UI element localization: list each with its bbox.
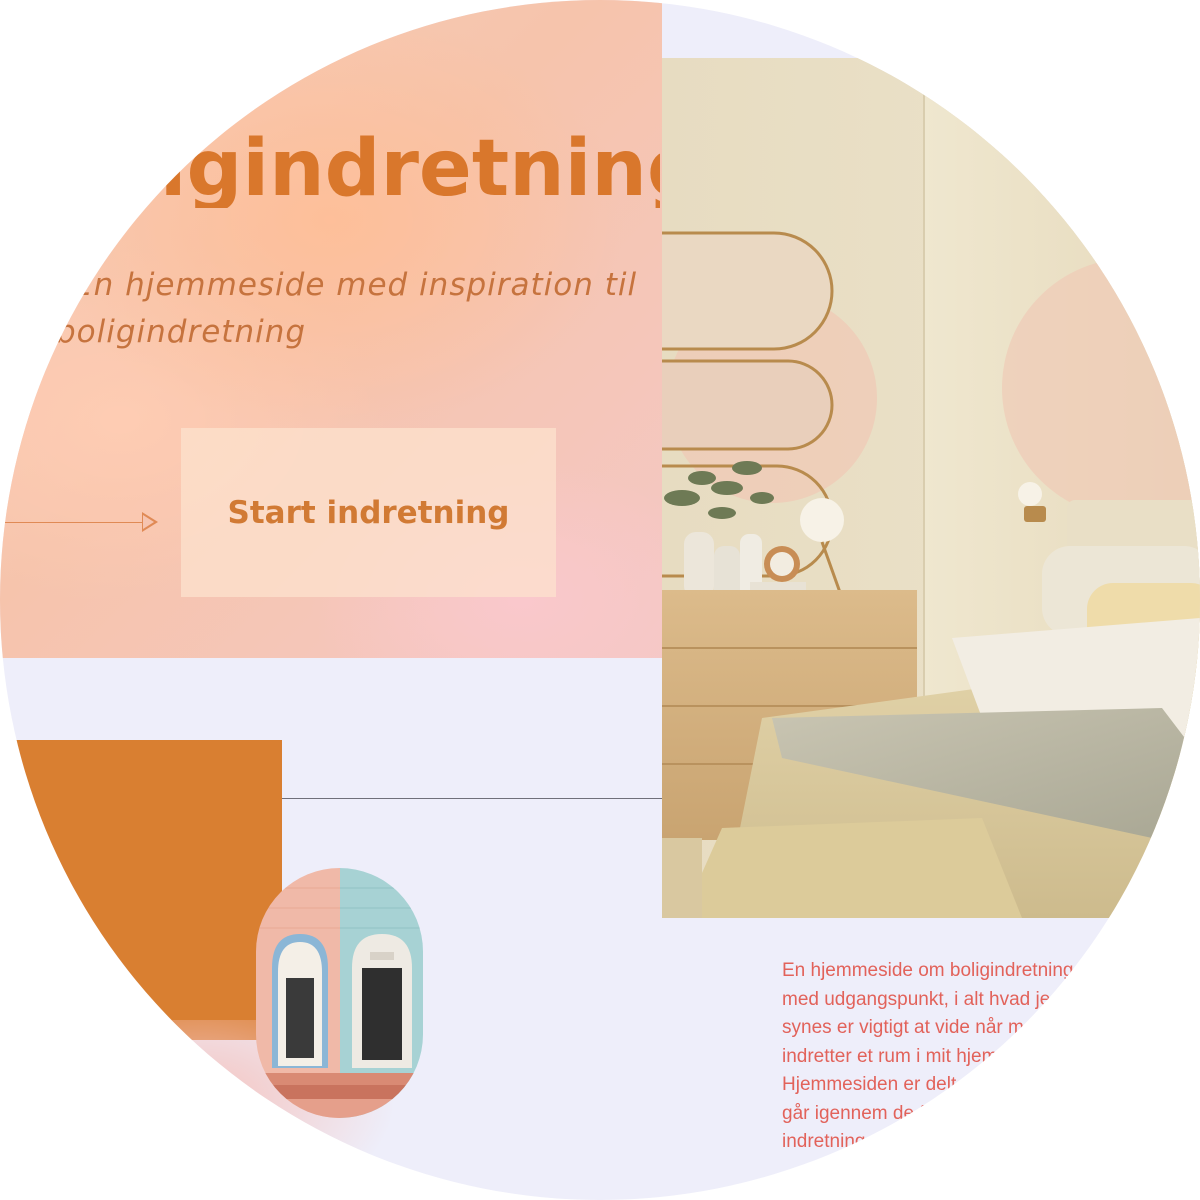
hero-subtitle-line-2: boligindretning bbox=[56, 314, 307, 350]
circular-preview: Boligindretning En hjemmeside med inspir… bbox=[0, 0, 1200, 1200]
accent-block bbox=[0, 740, 282, 1040]
intro-text: En hjemmeside om boligindretning med udg… bbox=[782, 957, 1122, 1157]
hero-section: Boligindretning En hjemmeside med inspir… bbox=[0, 0, 662, 658]
intro-line: går igennem de forskellige trin i bbox=[782, 1102, 1047, 1124]
hero-subtitle-line-1: En hjemmeside med inspiration til bbox=[73, 267, 638, 303]
doors-illustration bbox=[256, 868, 423, 1118]
arrow-head-inner bbox=[143, 515, 154, 529]
bedroom-photo bbox=[662, 58, 1200, 918]
hero-subtitle: En hjemmeside med inspiration til boligi… bbox=[0, 262, 638, 356]
intro-line: Hjemmesiden er delt op, så den bbox=[782, 1074, 1051, 1095]
arrow-right-icon bbox=[0, 522, 150, 523]
page-title: Boligindretning bbox=[20, 130, 660, 209]
intro-line: En hjemmeside om boligindretning bbox=[782, 960, 1074, 981]
bedroom-illustration bbox=[662, 58, 1200, 918]
intro-line: synes er vigtigt at vide når man bbox=[782, 1017, 1045, 1038]
intro-line: indretter et rum i mit hjem. bbox=[782, 1045, 1003, 1067]
start-button[interactable]: Start indretning bbox=[181, 428, 556, 597]
doors-thumbnail bbox=[256, 868, 423, 1118]
divider bbox=[282, 798, 662, 799]
intro-line: indretningen. bbox=[782, 1131, 892, 1152]
intro-line: med udgangspunkt, i alt hvad jeg bbox=[782, 988, 1061, 1010]
